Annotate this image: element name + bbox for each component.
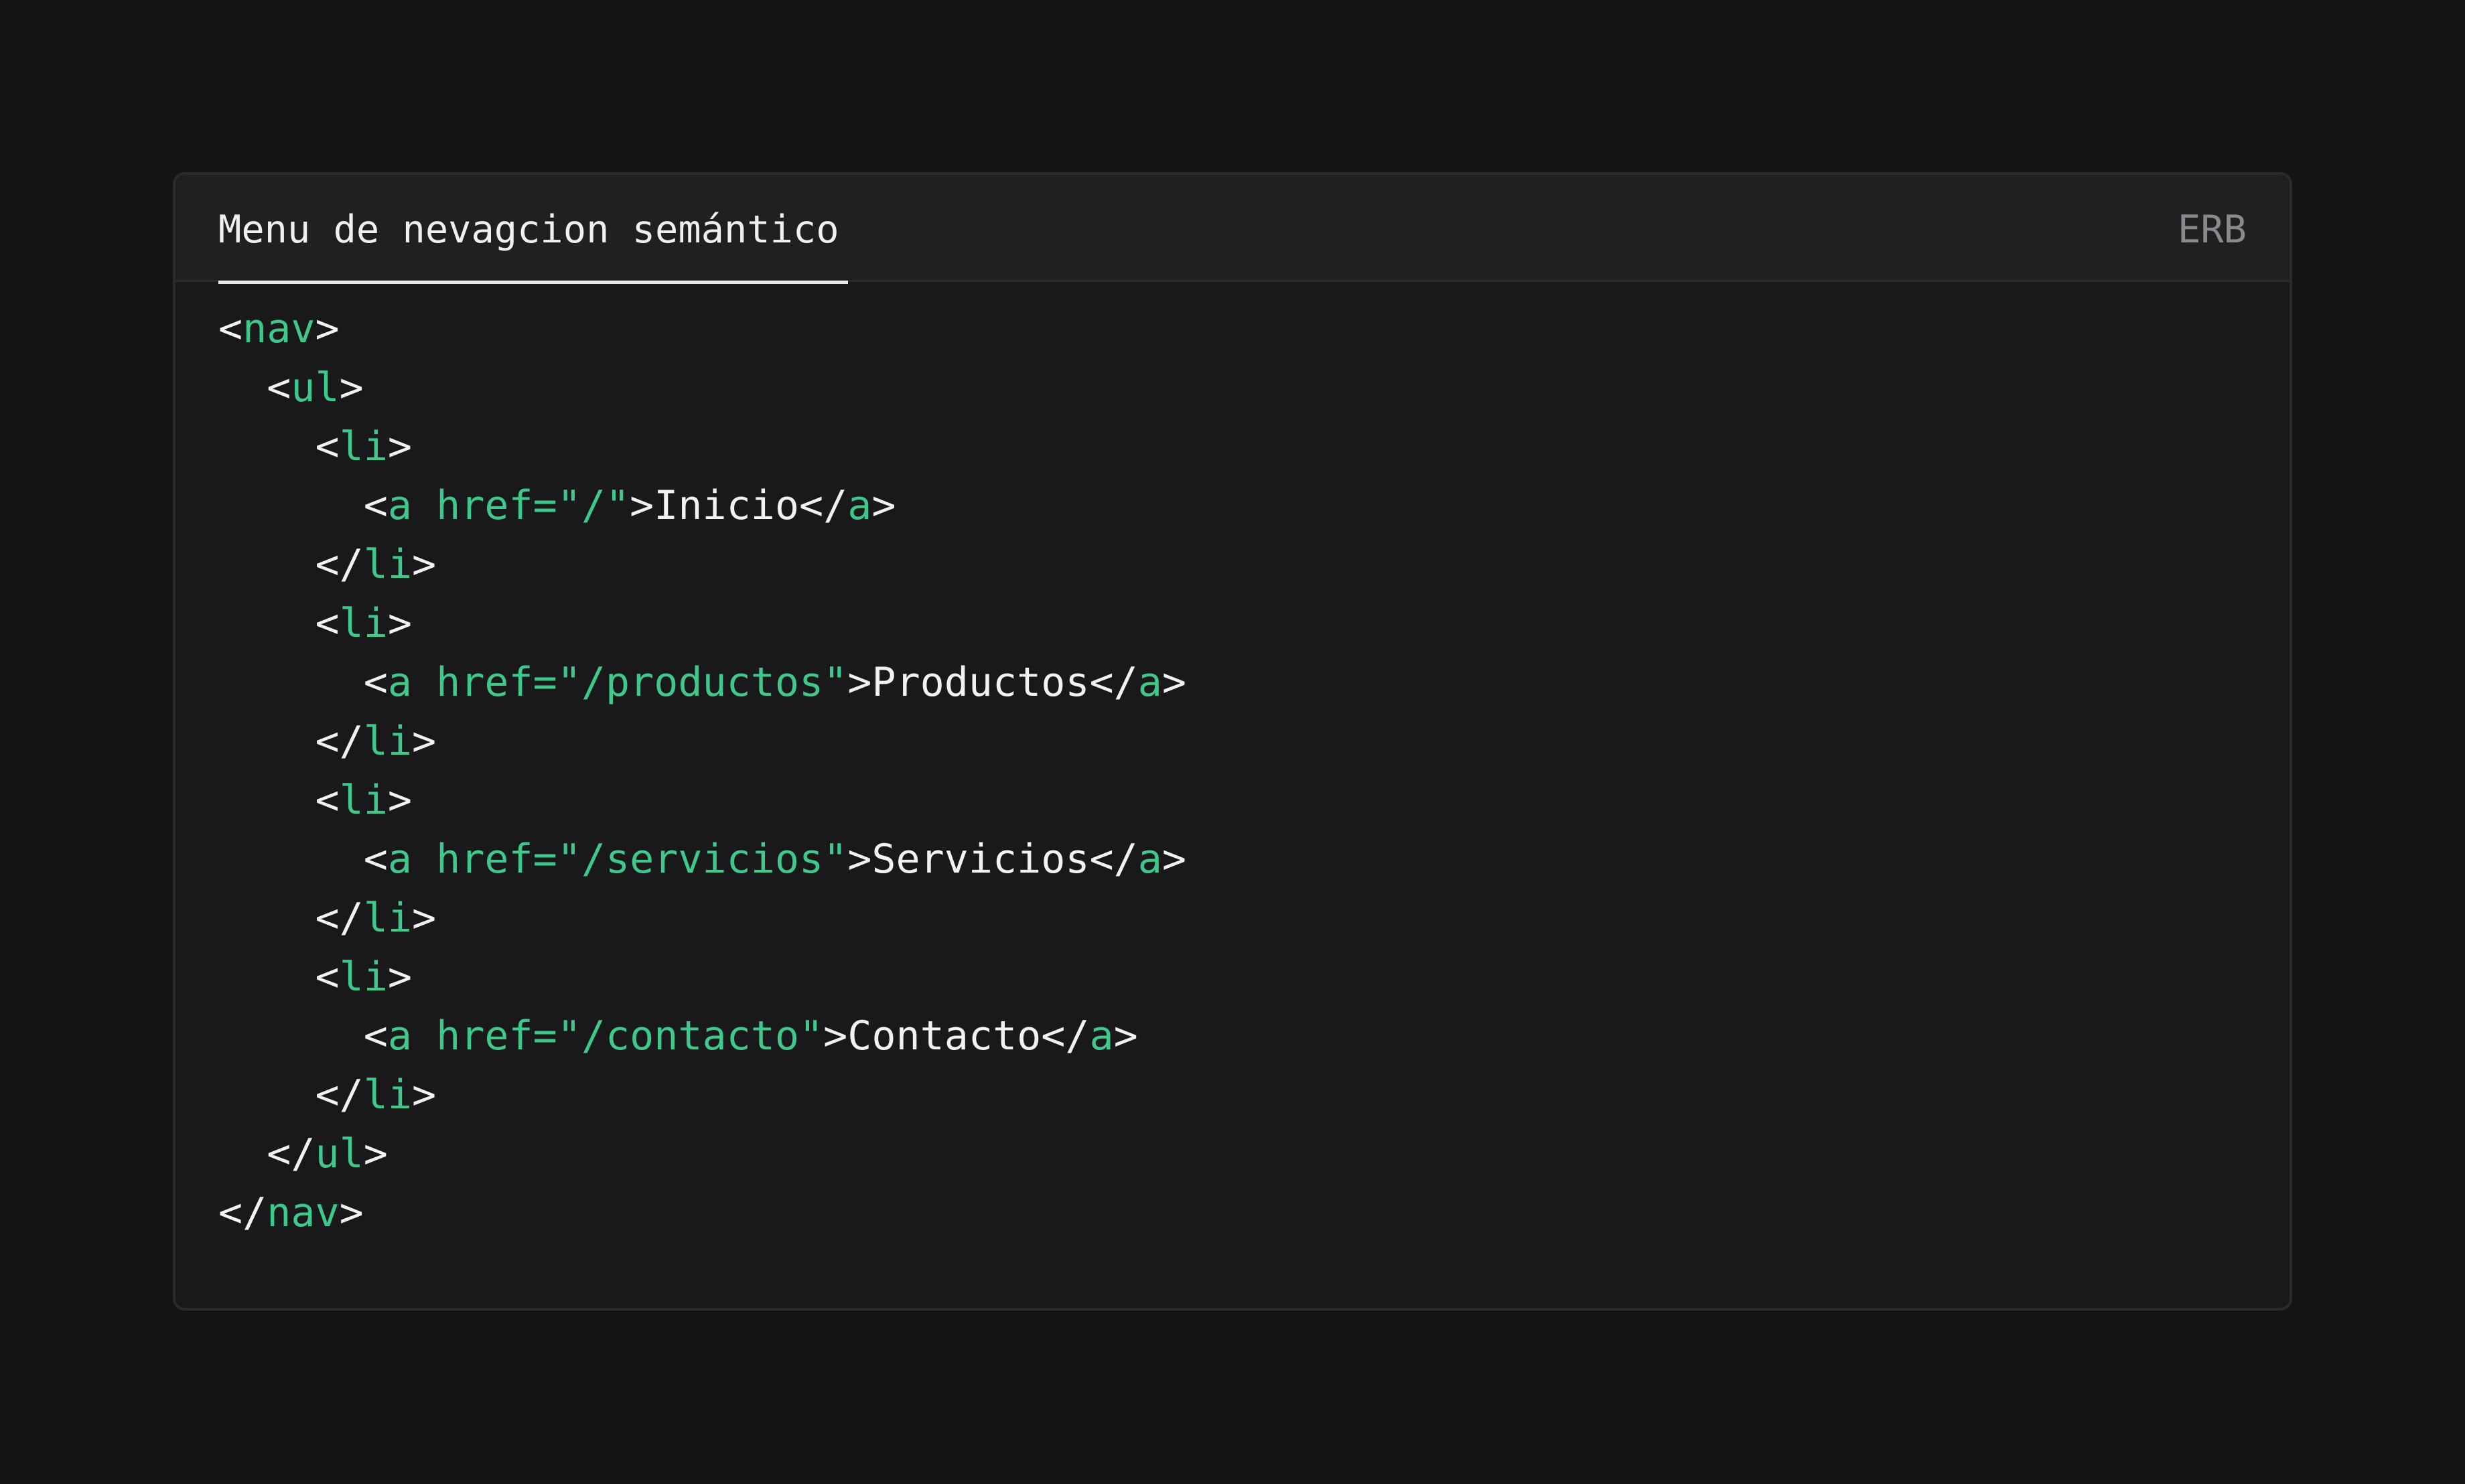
code-punctuation: > bbox=[315, 305, 340, 352]
code-punctuation: </ bbox=[218, 541, 364, 588]
code-attribute: href= bbox=[436, 659, 557, 706]
code-tag-name: a bbox=[847, 482, 872, 529]
code-string: "/contacto" bbox=[557, 1013, 824, 1059]
code-punctuation bbox=[412, 836, 436, 883]
code-line: <ul> bbox=[218, 358, 2247, 417]
code-tag-name: li bbox=[339, 600, 388, 647]
code-attribute: href= bbox=[436, 836, 557, 883]
code-line: </li> bbox=[218, 1065, 2247, 1124]
code-line: <li> bbox=[218, 594, 2247, 653]
code-punctuation: > bbox=[1161, 836, 1186, 883]
code-tag-name: ul bbox=[315, 1130, 364, 1177]
code-tag-name: a bbox=[387, 482, 412, 529]
code-punctuation: > bbox=[847, 659, 872, 706]
code-block-panel: Menu de nevagcion semántico ERB <nav> <u… bbox=[173, 172, 2292, 1311]
code-string: "/servicios" bbox=[557, 836, 848, 883]
code-line: </li> bbox=[218, 712, 2247, 771]
code-string: "/productos" bbox=[557, 659, 848, 706]
code-tag-name: li bbox=[363, 718, 412, 765]
code-line: </li> bbox=[218, 889, 2247, 948]
code-string: "/" bbox=[557, 482, 630, 529]
code-punctuation bbox=[412, 1013, 436, 1059]
code-tag-name: li bbox=[339, 777, 388, 824]
code-tag-name: nav bbox=[242, 305, 315, 352]
code-punctuation: > bbox=[871, 482, 896, 529]
code-punctuation: > bbox=[363, 1130, 388, 1177]
code-punctuation: </ bbox=[799, 482, 848, 529]
code-line: </ul> bbox=[218, 1124, 2247, 1183]
code-line: <a href="/">Inicio</a> bbox=[218, 476, 2247, 535]
code-attribute: href= bbox=[436, 482, 557, 529]
code-tag-name: li bbox=[363, 1071, 412, 1118]
code-punctuation: < bbox=[218, 659, 388, 706]
code-punctuation: > bbox=[630, 482, 654, 529]
code-punctuation: < bbox=[218, 1013, 388, 1059]
code-tag-name: a bbox=[387, 1013, 412, 1059]
code-line: </nav> bbox=[218, 1183, 2247, 1242]
code-punctuation: </ bbox=[1089, 836, 1138, 883]
code-punctuation: < bbox=[218, 600, 340, 647]
code-punctuation: </ bbox=[1089, 659, 1138, 706]
code-punctuation: </ bbox=[218, 1189, 267, 1236]
code-tag-name: a bbox=[1137, 836, 1162, 883]
code-punctuation: > bbox=[847, 836, 872, 883]
code-punctuation: < bbox=[218, 836, 388, 883]
code-line: <a href="/productos">Productos</a> bbox=[218, 653, 2247, 712]
code-block-title: Menu de nevagcion semántico bbox=[218, 208, 839, 252]
code-punctuation: < bbox=[218, 777, 340, 824]
code-content[interactable]: <nav> <ul> <li> <a href="/">Inicio</a> <… bbox=[218, 299, 2247, 1281]
code-punctuation: </ bbox=[218, 1130, 315, 1177]
code-punctuation: > bbox=[387, 954, 412, 1000]
code-line: </li> bbox=[218, 535, 2247, 594]
code-punctuation: </ bbox=[218, 718, 364, 765]
code-punctuation: > bbox=[1161, 659, 1186, 706]
code-line: <li> bbox=[218, 948, 2247, 1007]
code-tag-name: li bbox=[363, 895, 412, 942]
code-block-header: Menu de nevagcion semántico ERB bbox=[175, 175, 2290, 284]
code-tag-name: a bbox=[1089, 1013, 1114, 1059]
code-punctuation: </ bbox=[218, 1071, 364, 1118]
code-punctuation: < bbox=[218, 482, 388, 529]
code-punctuation: > bbox=[412, 895, 437, 942]
code-tag-name: a bbox=[387, 659, 412, 706]
code-punctuation: > bbox=[412, 718, 437, 765]
code-punctuation: < bbox=[218, 364, 291, 411]
code-punctuation: > bbox=[1113, 1013, 1138, 1059]
code-punctuation: > bbox=[387, 777, 412, 824]
code-punctuation: > bbox=[412, 1071, 437, 1118]
code-punctuation: < bbox=[218, 305, 243, 352]
code-text: Contacto bbox=[847, 1013, 1042, 1059]
code-punctuation: > bbox=[823, 1013, 848, 1059]
code-punctuation: </ bbox=[218, 895, 364, 942]
code-punctuation: > bbox=[412, 541, 437, 588]
code-line: <li> bbox=[218, 417, 2247, 476]
code-punctuation: > bbox=[339, 364, 364, 411]
code-punctuation: < bbox=[218, 423, 340, 470]
code-line: <a href="/servicios">Servicios</a> bbox=[218, 830, 2247, 889]
code-punctuation bbox=[412, 482, 436, 529]
code-line: <nav> bbox=[218, 299, 2247, 358]
code-text: Servicios bbox=[871, 836, 1090, 883]
code-punctuation bbox=[412, 659, 436, 706]
code-tag-name: li bbox=[363, 541, 412, 588]
code-punctuation: < bbox=[218, 954, 340, 1000]
code-text: Productos bbox=[871, 659, 1090, 706]
code-tag-name: li bbox=[339, 954, 388, 1000]
code-tag-name: li bbox=[339, 423, 388, 470]
code-punctuation: </ bbox=[1041, 1013, 1090, 1059]
code-punctuation: > bbox=[339, 1189, 364, 1236]
code-tag-name: ul bbox=[291, 364, 340, 411]
code-tag-name: a bbox=[1137, 659, 1162, 706]
code-line: <li> bbox=[218, 771, 2247, 830]
code-punctuation: > bbox=[387, 423, 412, 470]
language-label: ERB bbox=[2178, 208, 2247, 252]
code-punctuation: > bbox=[387, 600, 412, 647]
code-line: <a href="/contacto">Contacto</a> bbox=[218, 1007, 2247, 1065]
tab-code-title[interactable]: Menu de nevagcion semántico bbox=[218, 175, 848, 284]
code-text: Inicio bbox=[654, 482, 799, 529]
code-tag-name: nav bbox=[267, 1189, 340, 1236]
code-attribute: href= bbox=[436, 1013, 557, 1059]
code-tag-name: a bbox=[387, 836, 412, 883]
active-tab-indicator bbox=[218, 281, 848, 284]
